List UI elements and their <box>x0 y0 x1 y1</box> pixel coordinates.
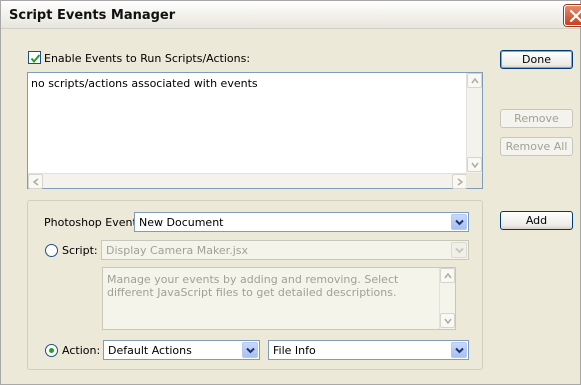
enable-events-checkbox[interactable] <box>28 51 41 64</box>
chevron-down-icon <box>444 318 452 325</box>
description-vertical-scrollbar[interactable] <box>439 268 455 329</box>
checkmark-icon <box>30 54 41 64</box>
action-label: Action: <box>62 344 101 357</box>
action-set-value: Default Actions <box>108 344 192 357</box>
done-button[interactable]: Done <box>500 50 573 69</box>
chevron-down-icon <box>455 247 464 254</box>
scroll-corner <box>466 173 482 188</box>
radio-selected-dot <box>49 348 54 353</box>
script-label: Script: <box>62 244 98 257</box>
chevron-down-icon <box>471 162 479 169</box>
remove-all-button[interactable]: Remove All <box>500 137 573 156</box>
action-set-dropdown[interactable]: Default Actions <box>103 340 260 360</box>
chevron-left-icon <box>32 178 39 186</box>
script-radio[interactable] <box>45 244 58 257</box>
close-button[interactable] <box>564 5 581 26</box>
scroll-up-button[interactable] <box>440 268 455 283</box>
photoshop-event-label: Photoshop Event: <box>44 216 141 229</box>
dropdown-arrow[interactable] <box>451 342 467 358</box>
chevron-down-icon <box>455 347 464 354</box>
chevron-up-icon <box>444 272 452 279</box>
dropdown-arrow[interactable] <box>242 342 258 358</box>
action-name-dropdown[interactable]: File Info <box>268 340 469 360</box>
chevron-down-icon <box>455 219 464 226</box>
script-dropdown[interactable]: Display Camera Maker.jsx <box>101 240 469 260</box>
events-list-vertical-scrollbar[interactable] <box>466 73 482 173</box>
script-description-text: Manage your events by adding and removin… <box>107 273 399 299</box>
dropdown-arrow[interactable] <box>451 242 467 258</box>
enable-events-label: Enable Events to Run Scripts/Actions: <box>44 52 251 65</box>
chevron-down-icon <box>246 347 255 354</box>
action-radio[interactable] <box>45 344 58 357</box>
events-list-horizontal-scrollbar[interactable] <box>28 173 467 189</box>
scroll-up-button[interactable] <box>467 73 482 88</box>
photoshop-event-value: New Document <box>139 216 224 229</box>
script-value: Display Camera Maker.jsx <box>106 244 248 257</box>
remove-button[interactable]: Remove <box>500 109 573 128</box>
add-button[interactable]: Add <box>500 211 573 230</box>
script-description-box[interactable]: Manage your events by adding and removin… <box>102 267 456 330</box>
action-name-value: File Info <box>273 344 316 357</box>
window-title: Script Events Manager <box>9 8 176 23</box>
dropdown-arrow[interactable] <box>451 214 467 230</box>
chevron-up-icon <box>471 77 479 84</box>
photoshop-event-dropdown[interactable]: New Document <box>134 212 469 232</box>
scroll-right-button[interactable] <box>452 174 467 189</box>
script-events-manager-window: Script Events Manager Enable Events to R… <box>0 0 581 385</box>
scroll-down-button[interactable] <box>467 157 482 172</box>
scroll-down-button[interactable] <box>440 313 455 328</box>
events-list[interactable]: no scripts/actions associated with event… <box>27 72 483 189</box>
title-bar[interactable]: Script Events Manager <box>1 1 581 29</box>
list-item[interactable]: no scripts/actions associated with event… <box>31 77 258 90</box>
scroll-left-button[interactable] <box>28 174 43 189</box>
chevron-right-icon <box>457 178 464 186</box>
